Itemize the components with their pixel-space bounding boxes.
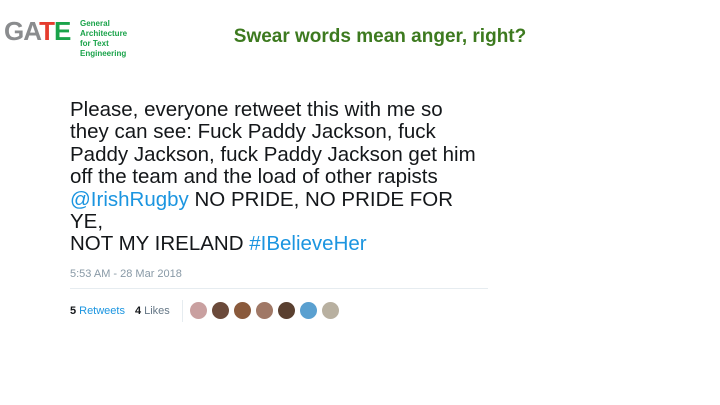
gate-logo-wordmark: GATE (4, 16, 71, 46)
logo-ga: GA (4, 16, 40, 46)
avatar[interactable] (232, 301, 252, 321)
tweet-line: off the team and the load of other rapis… (70, 165, 438, 189)
tweet-stats: 5 Retweets 4 Likes (70, 299, 490, 322)
tweet-line-text: NOT MY IRELAND (70, 232, 250, 256)
avatar[interactable] (254, 301, 274, 321)
tweet-line: Please, everyone retweet this with me so (70, 98, 443, 121)
likes-label: Likes (144, 304, 170, 317)
logo-e: E (53, 16, 71, 46)
tweet-line: @IrishRugby NO PRIDE, NO PRIDE FOR YE, (70, 188, 490, 234)
slide-title: Swear words mean anger, right? (233, 26, 527, 47)
avatar[interactable] (298, 301, 318, 321)
logo-subtitle-line2: for Text Engineering (80, 39, 127, 58)
tweet-line: NOT MY IRELAND #IBelieveHer (70, 233, 490, 255)
retweets-stat[interactable]: 5 Retweets (70, 305, 125, 317)
tweet-text: Please, everyone retweet this with me so… (70, 98, 490, 256)
likes-count: 4 (134, 304, 142, 317)
mention-link[interactable]: @IrishRugby (70, 188, 189, 211)
gate-logo: GATE General Architecture for Text Engin… (4, 16, 154, 58)
avatar[interactable] (210, 301, 230, 321)
likes-stat[interactable]: 4 Likes (135, 305, 170, 317)
avatar[interactable] (276, 301, 296, 321)
tweet-line: Paddy Jackson, fuck Paddy Jackson get hi… (70, 142, 476, 166)
hashtag-link[interactable]: #IBelieveHer (249, 232, 366, 255)
retweets-label: Retweets (79, 304, 125, 317)
tweet-line: they can see: Fuck Paddy Jackson, fuck (70, 120, 436, 144)
tweet-timestamp[interactable]: 5:53 AM - 28 Mar 2018 (70, 268, 490, 280)
logo-subtitle-line1: General Architecture (80, 19, 128, 38)
liker-avatars (188, 301, 343, 321)
logo-t: T (39, 16, 55, 46)
divider (70, 287, 488, 289)
tweet-card: Please, everyone retweet this with me so… (70, 98, 490, 322)
divider (181, 299, 183, 322)
retweets-count: 5 (70, 304, 77, 317)
gate-logo-subtitle: General Architecture for Text Engineerin… (80, 19, 154, 59)
avatar[interactable] (188, 301, 208, 321)
avatar[interactable] (320, 301, 340, 321)
